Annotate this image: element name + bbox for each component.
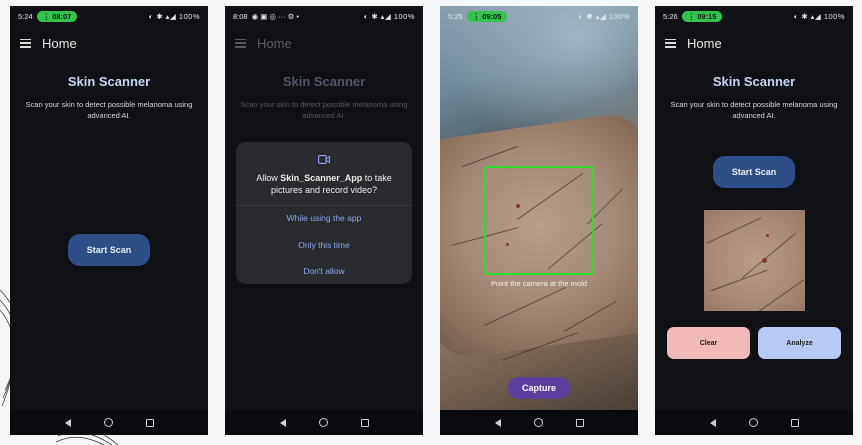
appbar-title: Home [257,35,292,51]
status-bar: 5:25 ⋮ 09:05 ◐ ✱ ▴◢ 100% [440,6,638,26]
system-nav-bar [655,410,853,435]
status-time: 5:25 [448,11,463,21]
page-title: Skin Scanner [282,74,366,89]
screen-home-captured: 5:26 ⋮ 09:15 ◐ ✱ ▴◢ 100% Home Skin Scann… [655,6,853,435]
recents-icon[interactable] [360,418,369,427]
camera-hint: Point the camera at the mold [491,279,587,288]
start-scan-button[interactable]: Start Scan [713,156,795,188]
camera-preview: Point the camera at the mold [440,6,638,410]
system-nav-bar [440,410,638,435]
status-time: 5:26 [663,11,678,21]
status-icons: ◐ ✱ ▴◢ 100% [148,11,200,21]
home-icon[interactable] [103,418,113,427]
status-icons: ◐ ✱ ▴◢ 100% [793,11,845,21]
home-icon[interactable] [748,418,758,427]
camera-permission-dialog: Allow Skin_Scanner_App to take pictures … [236,142,412,284]
back-icon[interactable] [709,418,716,427]
clear-button[interactable]: Clear [667,327,750,359]
recents-icon[interactable] [575,418,584,427]
appbar-title: Home [687,35,722,51]
call-timer-pill[interactable]: ⋮ 09:15 [681,10,723,22]
menu-icon[interactable] [20,38,31,48]
back-icon[interactable] [64,418,71,427]
status-bar: 8:08 ◉ ▣ ◎ ··· ⚙ • ◐ ✱ ▴◢ 100% [225,6,423,26]
page-description: Scan your skin to detect possible melano… [25,100,193,120]
call-timer-pill[interactable]: ⋮ 09:05 [466,10,508,22]
page-description: Scan your skin to detect possible melano… [670,100,838,120]
captured-image-preview [704,210,805,311]
page-title: Skin Scanner [712,74,796,89]
page-title: Skin Scanner [67,74,151,89]
menu-icon[interactable] [665,38,676,48]
screen-home-initial: 5:24 ⋮ 08:07 ◐ ✱ ▴◢ 100% Home Skin Scann… [10,6,208,435]
dialog-app-name: Skin_Scanner_App [280,173,363,183]
recents-icon[interactable] [790,418,799,427]
status-time: 5:24 [18,11,33,21]
menu-icon [235,38,246,48]
app-bar: Home [10,30,208,56]
back-icon[interactable] [494,418,501,427]
system-nav-bar [10,410,208,435]
status-bar: 5:26 ⋮ 09:15 ◐ ✱ ▴◢ 100% [655,6,853,26]
status-icons: ◐ ✱ ▴◢ 100% [578,11,630,21]
screen-camera: Point the camera at the mold 5:25 ⋮ 09:0… [440,6,638,435]
home-icon[interactable] [318,418,328,427]
recents-icon[interactable] [145,418,154,427]
system-nav-bar [225,410,423,435]
back-icon[interactable] [279,418,286,427]
analyze-button[interactable]: Analyze [758,327,841,359]
start-scan-button[interactable]: Start Scan [68,234,150,266]
appbar-title: Home [42,35,77,51]
dialog-message: Allow Skin_Scanner_App to take pictures … [256,173,392,195]
notification-icons: ◉ ▣ ◎ ··· ⚙ • [251,11,300,21]
status-bar: 5:24 ⋮ 08:07 ◐ ✱ ▴◢ 100% [10,6,208,26]
page-description: Scan your skin to detect possible melano… [240,100,408,120]
allow-once-button[interactable]: Only this time [236,240,412,250]
capture-button[interactable]: Capture [508,377,570,399]
video-camera-icon [318,155,330,164]
app-bar: Home [225,30,423,56]
allow-while-using-button[interactable]: While using the app [236,213,412,223]
home-icon[interactable] [533,418,543,427]
call-timer-pill[interactable]: ⋮ 08:07 [36,10,78,22]
screen-permission-dialog: 8:08 ◉ ▣ ◎ ··· ⚙ • ◐ ✱ ▴◢ 100% Home Skin… [225,6,423,435]
deny-button[interactable]: Don't allow [236,266,412,276]
status-icons: ◐ ✱ ▴◢ 100% [363,11,415,21]
app-bar: Home [655,30,853,56]
scan-target-frame [484,166,594,275]
status-time: 8:08 [233,11,248,21]
